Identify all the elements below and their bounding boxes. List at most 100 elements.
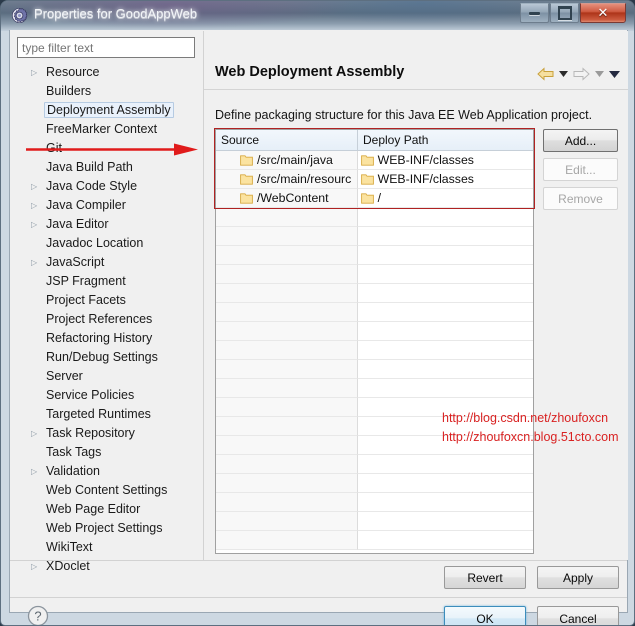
column-header-source[interactable]: Source [216,130,358,150]
cell-deploy-path-empty[interactable] [357,474,533,493]
cell-source-empty[interactable] [216,284,358,303]
tree-item-run-debug-settings[interactable]: Run/Debug Settings [17,348,195,367]
table-row-empty[interactable] [216,493,533,512]
minimize-button[interactable] [520,3,549,23]
cell-source-empty[interactable] [216,474,358,493]
table-row-empty[interactable] [216,455,533,474]
cell-source-empty[interactable] [216,512,358,531]
table-row-empty[interactable] [216,436,533,455]
chevron-right-icon[interactable]: ▷ [31,196,41,215]
chevron-right-icon[interactable]: ▷ [31,462,41,481]
cell-source-empty[interactable] [216,227,358,246]
close-button[interactable]: ✕ [580,3,626,23]
apply-button[interactable]: Apply [537,566,619,589]
table-row-empty[interactable] [216,303,533,322]
tree-item-validation[interactable]: ▷ Validation [17,462,195,481]
cell-source-empty[interactable] [216,379,358,398]
tree-item-jsp-fragment[interactable]: JSP Fragment [17,272,195,291]
cell-deploy-path-empty[interactable] [357,512,533,531]
cell-deploy-path-empty[interactable] [357,208,533,227]
cell-source[interactable]: /src/main/java [216,151,358,170]
maximize-button[interactable] [550,3,579,23]
cell-source-empty[interactable] [216,303,358,322]
cell-deploy-path-empty[interactable] [357,436,533,455]
cell-source[interactable]: /WebContent [216,189,358,208]
cell-source-empty[interactable] [216,341,358,360]
table-row-empty[interactable] [216,417,533,436]
cell-deploy-path-empty[interactable] [357,265,533,284]
cell-source-empty[interactable] [216,493,358,512]
tree-item-web-page-editor[interactable]: Web Page Editor [17,500,195,519]
table-row[interactable]: /src/main/resourc WEB-INF/classes [216,170,533,189]
cell-deploy-path-empty[interactable] [357,284,533,303]
cell-deploy-path[interactable]: WEB-INF/classes [357,170,533,189]
tree-item-targeted-runtimes[interactable]: Targeted Runtimes [17,405,195,424]
cell-deploy-path-empty[interactable] [357,246,533,265]
cell-deploy-path-empty[interactable] [357,322,533,341]
cell-source-empty[interactable] [216,436,358,455]
cell-deploy-path-empty[interactable] [357,360,533,379]
chevron-right-icon[interactable]: ▷ [31,253,41,272]
tree-item-javadoc-location[interactable]: Javadoc Location [17,234,195,253]
column-header-deploy-path[interactable]: Deploy Path [358,130,533,150]
back-arrow-icon[interactable] [537,67,554,81]
tree-item-deployment-assembly[interactable]: Deployment Assembly [17,101,195,120]
table-row-empty[interactable] [216,322,533,341]
table-row-empty[interactable] [216,284,533,303]
cell-deploy-path[interactable]: / [357,189,533,208]
tree-item-wikitext[interactable]: WikiText [17,538,195,557]
tree-item-project-references[interactable]: Project References [17,310,195,329]
cell-deploy-path-empty[interactable] [357,303,533,322]
tree-item-server[interactable]: Server [17,367,195,386]
cell-source-empty[interactable] [216,398,358,417]
cell-source-empty[interactable] [216,322,358,341]
back-menu-chevron-down-icon[interactable] [559,71,568,77]
table-row-empty[interactable] [216,246,533,265]
ok-button[interactable]: OK [444,606,526,625]
cell-source-empty[interactable] [216,246,358,265]
tree-item-java-editor[interactable]: ▷ Java Editor [17,215,195,234]
cell-deploy-path-empty[interactable] [357,398,533,417]
table-row-empty[interactable] [216,531,533,550]
cell-source-empty[interactable] [216,531,358,550]
cell-deploy-path[interactable]: WEB-INF/classes [357,151,533,170]
table-row-empty[interactable] [216,398,533,417]
table-row-empty[interactable] [216,227,533,246]
page-menu-chevron-down-icon[interactable] [609,70,620,78]
cell-deploy-path-empty[interactable] [357,531,533,550]
cell-source-empty[interactable] [216,265,358,284]
table-row-empty[interactable] [216,360,533,379]
cell-deploy-path-empty[interactable] [357,493,533,512]
tree-item-project-facets[interactable]: Project Facets [17,291,195,310]
table-row[interactable]: /src/main/java WEB-INF/classes [216,151,533,170]
filter-input[interactable] [17,37,195,58]
table-row-empty[interactable] [216,265,533,284]
table-row-empty[interactable] [216,379,533,398]
cell-deploy-path-empty[interactable] [357,379,533,398]
tree-item-java-compiler[interactable]: ▷ Java Compiler [17,196,195,215]
cell-source-empty[interactable] [216,417,358,436]
revert-button[interactable]: Revert [444,566,526,589]
tree-item-resource[interactable]: ▷ Resource [17,63,195,82]
tree-item-task-tags[interactable]: Task Tags [17,443,195,462]
table-row-empty[interactable] [216,512,533,531]
deployment-assembly-table[interactable]: Source Deploy Path /src/main/java WEB-INF… [215,129,534,554]
help-question-icon[interactable]: ? [26,604,50,625]
cell-deploy-path-empty[interactable] [357,417,533,436]
cell-deploy-path-empty[interactable] [357,227,533,246]
tree-item-web-content-settings[interactable]: Web Content Settings [17,481,195,500]
tree-item-task-repository[interactable]: ▷ Task Repository [17,424,195,443]
cell-deploy-path-empty[interactable] [357,455,533,474]
chevron-right-icon[interactable]: ▷ [31,424,41,443]
cancel-button[interactable]: Cancel [537,606,619,625]
tree-item-git[interactable]: Git [17,139,195,158]
table-row-empty[interactable] [216,208,533,227]
add-button[interactable]: Add... [543,129,618,152]
preferences-tree[interactable]: ▷ Resource Builders Deployment Assembly Free… [17,63,195,581]
tree-item-java-code-style[interactable]: ▷ Java Code Style [17,177,195,196]
table-row-empty[interactable] [216,474,533,493]
chevron-right-icon[interactable]: ▷ [31,215,41,234]
cell-deploy-path-empty[interactable] [357,341,533,360]
cell-source-empty[interactable] [216,208,358,227]
tree-item-java-build-path[interactable]: Java Build Path [17,158,195,177]
